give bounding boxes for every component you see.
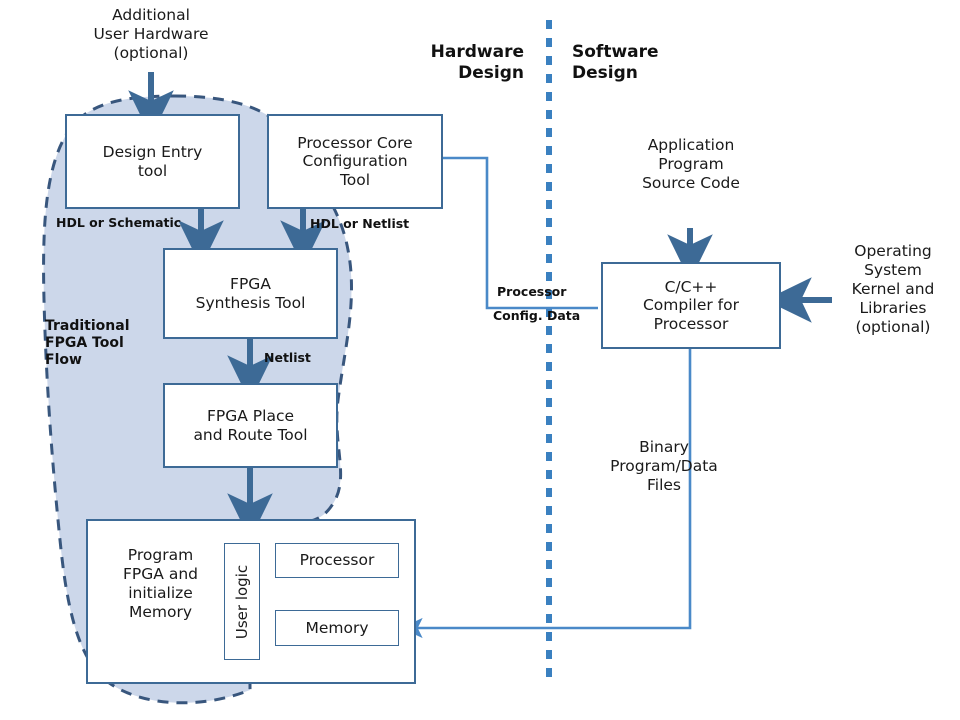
text-application-program-source-code: Application Program Source Code xyxy=(642,136,740,192)
section-title-hardware-line2: Design xyxy=(458,63,524,84)
text-binary-program-data-files: Binary Program/Data Files xyxy=(610,438,718,494)
edge-label-processor-config-data-line1: Processor xyxy=(497,284,567,299)
diagram-canvas: Hardware Design Software Design Addition… xyxy=(0,0,960,720)
edge-label-hdl-or-schematic: HDL or Schematic xyxy=(56,215,182,230)
edge-label-hdl-or-netlist: HDL or Netlist xyxy=(310,216,410,231)
section-title-software-line2: Design xyxy=(572,63,638,84)
text-operating-system-kernel: Operating System Kernel and Libraries (o… xyxy=(851,242,935,336)
node-user-logic-label: User logic xyxy=(233,564,251,639)
node-memory[interactable]: Memory xyxy=(275,610,399,646)
text-additional-user-hardware: Additional User Hardware (optional) xyxy=(93,6,209,62)
section-title-hardware-design: Hardware Design xyxy=(400,42,524,85)
node-fpga-place-and-route-tool[interactable]: FPGA Place and Route Tool xyxy=(163,383,338,468)
node-user-logic[interactable]: User logic xyxy=(224,543,260,660)
blob-label-traditional-fpga-tool-flow: Traditional FPGA Tool Flow xyxy=(45,318,130,368)
text-program-fpga-and-initialize-memory: Program FPGA and initialize Memory xyxy=(123,546,198,621)
node-processor-core-configuration-tool[interactable]: Processor Core Configuration Tool xyxy=(267,114,443,209)
section-title-software-design: Software Design xyxy=(572,42,712,85)
node-cpp-compiler-for-processor[interactable]: C/C++ Compiler for Processor xyxy=(601,262,781,349)
edge-label-netlist: Netlist xyxy=(264,350,311,365)
edge-label-processor-config-data-line2: Config. Data xyxy=(493,308,581,323)
section-title-software-line1: Software xyxy=(572,42,659,62)
node-processor[interactable]: Processor xyxy=(275,543,399,578)
node-fpga-synthesis-tool[interactable]: FPGA Synthesis Tool xyxy=(163,248,338,339)
section-title-hardware-line1: Hardware xyxy=(430,42,524,62)
node-design-entry-tool[interactable]: Design Entry tool xyxy=(65,114,240,209)
